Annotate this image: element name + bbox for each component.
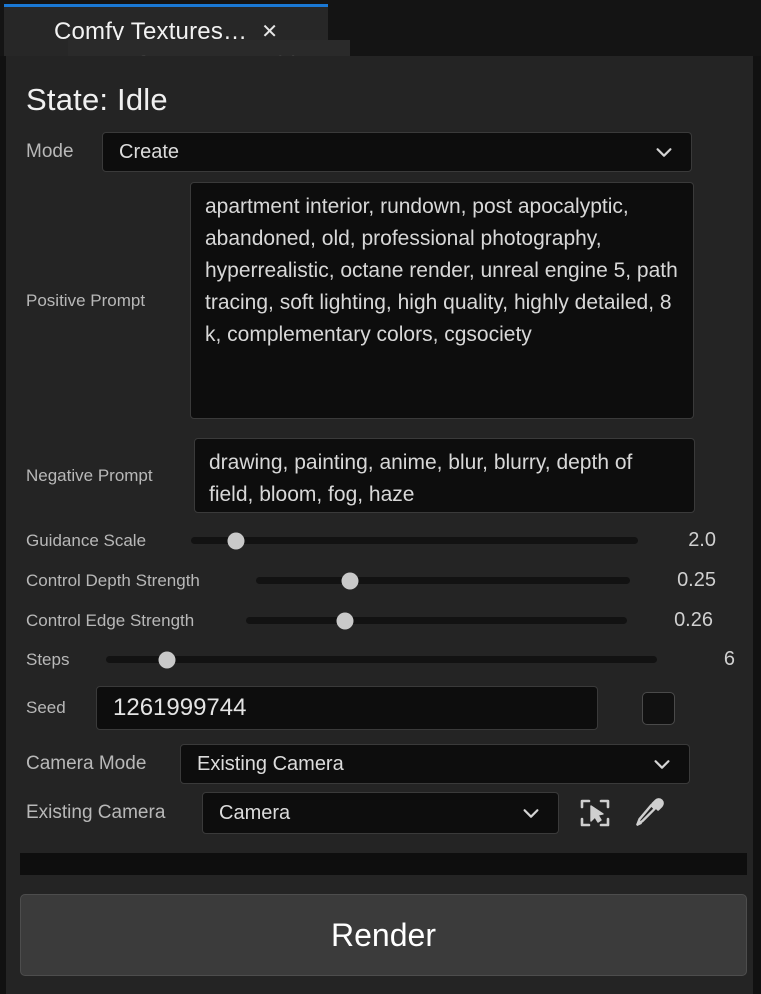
existing-camera-label: Existing Camera: [26, 802, 166, 823]
negative-prompt-row: Negative Prompt drawing, painting, anime…: [26, 438, 741, 513]
select-actor-icon[interactable]: [575, 793, 615, 833]
existing-camera-row: Existing Camera Camera: [26, 792, 741, 834]
seed-input[interactable]: 1261999744: [96, 686, 598, 730]
slider-row-control-depth-strength: Control Depth Strength 0.25: [26, 569, 741, 592]
chevron-down-icon: [651, 753, 673, 775]
control-edge-strength-slider[interactable]: [246, 612, 627, 629]
camera-mode-select[interactable]: Existing Camera: [180, 744, 690, 784]
positive-prompt-input[interactable]: apartment interior, rundown, post apocal…: [190, 182, 694, 419]
steps-value: 6: [723, 648, 735, 670]
control-depth-strength-slider[interactable]: [256, 572, 630, 589]
guidance-scale-value: 2.0: [688, 529, 716, 551]
tab-title: Comfy Textures…: [53, 17, 248, 45]
tab-strip: Comfy Textures… ✕: [0, 0, 761, 56]
state-label: State: Idle: [26, 82, 168, 117]
control-edge-strength-label: Control Edge Strength: [26, 610, 195, 630]
negative-prompt-label: Negative Prompt: [26, 465, 153, 485]
control-edge-strength-knob[interactable]: [336, 612, 354, 629]
camera-mode-label: Camera Mode: [26, 753, 147, 774]
slider-row-steps: Steps 6: [26, 648, 741, 671]
slider-row-control-edge-strength: Control Edge Strength 0.26: [26, 609, 741, 632]
negative-prompt-input[interactable]: drawing, painting, anime, blur, blurry, …: [194, 438, 695, 513]
mode-label: Mode: [26, 141, 74, 162]
positive-prompt-label: Positive Prompt: [26, 290, 146, 310]
camera-mode-value: Existing Camera: [197, 752, 344, 775]
camera-mode-row: Camera Mode Existing Camera: [26, 744, 741, 784]
control-edge-strength-value: 0.26: [674, 609, 713, 631]
guidance-scale-slider[interactable]: [191, 532, 638, 549]
guidance-scale-label: Guidance Scale: [26, 530, 147, 550]
seed-row: Seed 1261999744: [26, 686, 741, 730]
seed-randomize-checkbox[interactable]: [642, 691, 675, 725]
existing-camera-value: Camera: [219, 801, 291, 824]
mode-row: Mode Create: [26, 132, 741, 172]
close-icon[interactable]: ✕: [261, 22, 278, 42]
guidance-scale-knob[interactable]: [227, 532, 245, 549]
steps-slider[interactable]: [106, 651, 657, 668]
render-button[interactable]: Render: [20, 894, 747, 976]
tab-comfy-textures[interactable]: Comfy Textures… ✕: [4, 4, 328, 56]
render-progress-bar: [20, 853, 747, 875]
render-button-label: Render: [331, 916, 436, 953]
control-depth-strength-value: 0.25: [677, 569, 716, 591]
comfy-textures-panel: State: Idle Mode Create Positive Prompt …: [0, 56, 761, 994]
positive-prompt-row: Positive Prompt apartment interior, rund…: [26, 182, 741, 419]
mode-select-value: Create: [119, 140, 180, 163]
control-depth-strength-label: Control Depth Strength: [26, 570, 200, 590]
existing-camera-select[interactable]: Camera: [202, 792, 559, 834]
slider-row-guidance-scale: Guidance Scale 2.0: [26, 529, 741, 552]
steps-knob[interactable]: [158, 651, 176, 668]
chevron-down-icon: [520, 802, 542, 824]
control-depth-strength-knob[interactable]: [341, 572, 358, 589]
mode-select[interactable]: Create: [102, 132, 692, 172]
steps-label: Steps: [26, 649, 70, 669]
seed-label: Seed: [26, 698, 66, 717]
eyedropper-icon[interactable]: [629, 793, 669, 833]
chevron-down-icon: [653, 141, 675, 163]
